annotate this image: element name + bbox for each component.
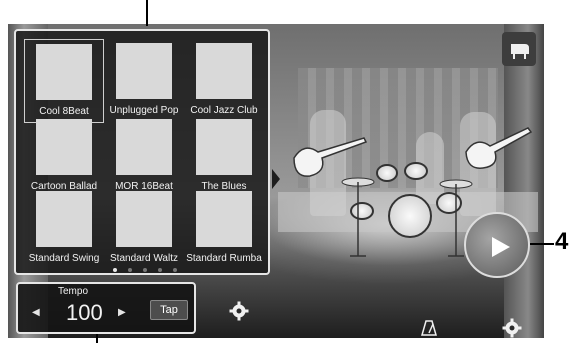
style-selection-panel: Cool 8Beat Unplugged Pop Cool Jazz Club … xyxy=(14,29,270,275)
style-standard-rumba[interactable]: Standard Rumba xyxy=(184,191,264,264)
page-dot-active[interactable] xyxy=(113,268,117,272)
style-standard-waltz[interactable]: Standard Waltz xyxy=(104,191,184,264)
page-dot[interactable] xyxy=(158,268,162,272)
film-reel-icon xyxy=(36,119,92,175)
style-label: Unplugged Pop xyxy=(109,105,179,116)
tempo-decrease-icon[interactable]: ◀ xyxy=(32,307,40,318)
style-cool-8beat[interactable]: Cool 8Beat xyxy=(24,39,104,123)
style-cartoon-ballad[interactable]: Cartoon Ballad xyxy=(24,119,104,192)
callout-leader-top xyxy=(146,0,148,26)
style-label: Standard Rumba xyxy=(186,253,262,264)
jazz-band-icon xyxy=(196,43,252,99)
style-label: Standard Swing xyxy=(28,253,100,264)
microphone-icon xyxy=(116,43,172,99)
style-the-blues[interactable]: The Blues xyxy=(184,119,264,192)
curtain-right xyxy=(504,24,544,338)
page-dot[interactable] xyxy=(128,268,132,272)
play-icon xyxy=(492,237,510,257)
tempo-value[interactable]: 100 xyxy=(66,300,103,326)
cello-icon xyxy=(36,191,92,247)
dancers-icon xyxy=(196,191,252,247)
play-button[interactable] xyxy=(464,212,530,278)
cymbal-stand-icon xyxy=(341,177,473,257)
style-mor-16beat[interactable]: MOR 16Beat xyxy=(104,119,184,192)
tap-tempo-button[interactable]: Tap xyxy=(150,300,188,320)
microphone-icon xyxy=(36,44,92,100)
style-label: Cool 8Beat xyxy=(39,106,89,117)
page-dot[interactable] xyxy=(143,268,147,272)
acoustic-guitar-icon xyxy=(196,119,252,175)
dancers-icon xyxy=(116,191,172,247)
style-label: Cool Jazz Club xyxy=(190,105,258,116)
callout-leader-play xyxy=(530,243,554,245)
style-label: Standard Waltz xyxy=(110,253,178,264)
piano-room-button[interactable] xyxy=(502,32,536,66)
style-settings-gear-icon[interactable] xyxy=(229,301,249,321)
metronome-icon[interactable] xyxy=(421,320,437,336)
grand-piano-icon xyxy=(511,44,529,59)
page-indicator[interactable] xyxy=(113,268,177,274)
callout-number: 4 xyxy=(555,228,569,255)
settings-gear-icon[interactable] xyxy=(502,318,522,338)
main-screen: Cool 8Beat Unplugged Pop Cool Jazz Club … xyxy=(8,24,544,338)
tempo-control: Tempo ◀ 100 ▶ Tap xyxy=(16,282,196,334)
style-standard-swing[interactable]: Standard Swing xyxy=(24,191,104,264)
tempo-label: Tempo xyxy=(58,286,89,297)
panel-pointer-arrow xyxy=(272,169,280,189)
style-cool-jazz-club[interactable]: Cool Jazz Club xyxy=(184,43,264,116)
callout-leader-bottom xyxy=(96,334,98,343)
electric-guitar-icon xyxy=(116,119,172,175)
style-unplugged-pop[interactable]: Unplugged Pop xyxy=(104,43,184,116)
tempo-increase-icon[interactable]: ▶ xyxy=(118,307,126,318)
page-dot[interactable] xyxy=(173,268,177,272)
